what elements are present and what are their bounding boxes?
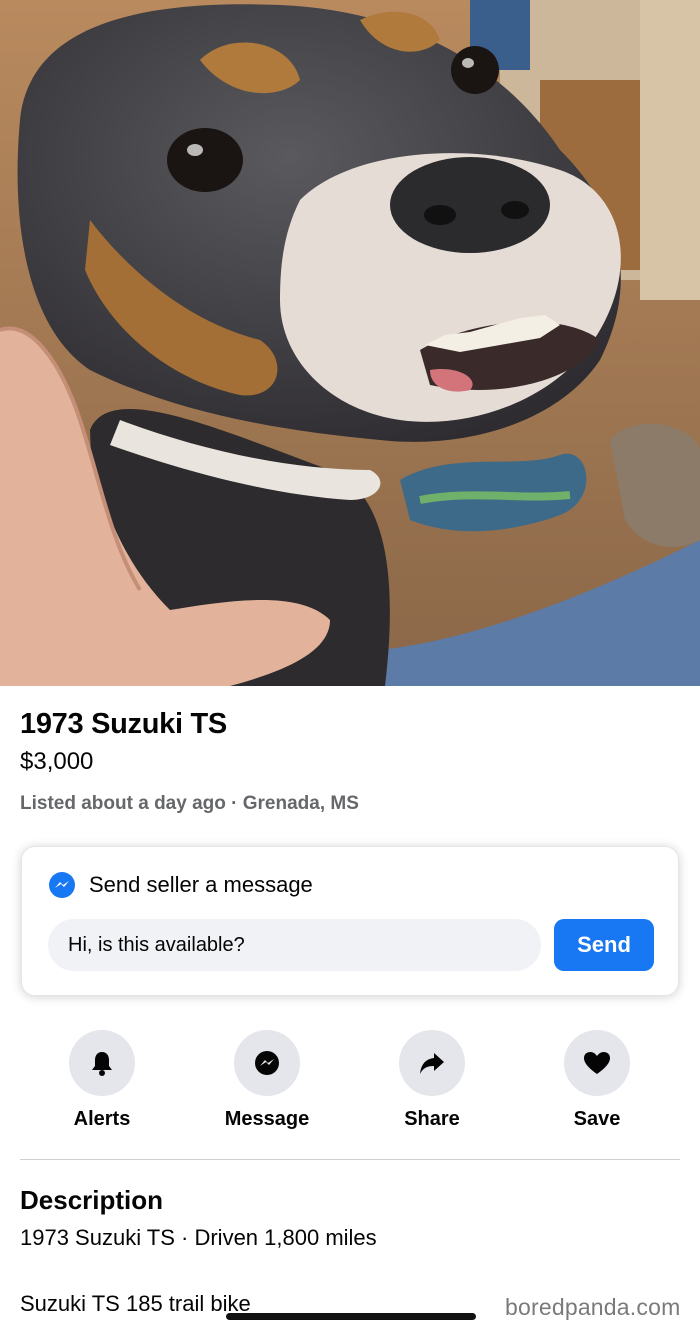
share-label: Share xyxy=(404,1108,460,1130)
listing-meta: Listed about a day ago · Grenada, MS xyxy=(20,793,359,814)
alerts-button[interactable] xyxy=(69,1030,135,1096)
divider xyxy=(20,1159,680,1160)
message-card-heading: Send seller a message xyxy=(89,872,313,897)
message-button[interactable] xyxy=(234,1030,300,1096)
messenger-outline-icon xyxy=(255,1051,279,1075)
listing-price: $3,000 xyxy=(20,748,94,775)
save-action[interactable]: Save xyxy=(527,1030,667,1131)
message-label: Message xyxy=(224,1108,310,1130)
share-button[interactable] xyxy=(399,1030,465,1096)
dog-photo-illustration xyxy=(0,0,700,686)
home-indicator[interactable] xyxy=(226,1313,476,1320)
message-action[interactable]: Message xyxy=(197,1030,337,1131)
share-action[interactable]: Share xyxy=(362,1030,502,1131)
messenger-icon xyxy=(49,872,75,898)
share-arrow-icon xyxy=(420,1053,444,1074)
save-button[interactable] xyxy=(564,1030,630,1096)
action-bar: Alerts Message Share Save xyxy=(0,1030,700,1140)
message-card-header: Send seller a message xyxy=(48,871,313,899)
message-input[interactable] xyxy=(48,919,541,971)
listing-info: 1973 Suzuki TS $3,000 Listed about a day… xyxy=(20,706,680,816)
description-heading: Description xyxy=(20,1185,164,1215)
alerts-label: Alerts xyxy=(73,1108,131,1130)
message-seller-card: Send seller a message Send xyxy=(21,846,679,996)
listing-title: 1973 Suzuki TS xyxy=(20,708,227,740)
bell-icon xyxy=(92,1052,112,1076)
description-summary: 1973 Suzuki TS · Driven 1,800 miles xyxy=(20,1225,377,1250)
heart-icon xyxy=(584,1052,610,1074)
watermark: boredpanda.com xyxy=(505,1294,681,1320)
listing-photo[interactable] xyxy=(0,0,700,686)
alerts-action[interactable]: Alerts xyxy=(32,1030,172,1131)
save-label: Save xyxy=(573,1108,621,1130)
send-button[interactable]: Send xyxy=(554,919,654,971)
